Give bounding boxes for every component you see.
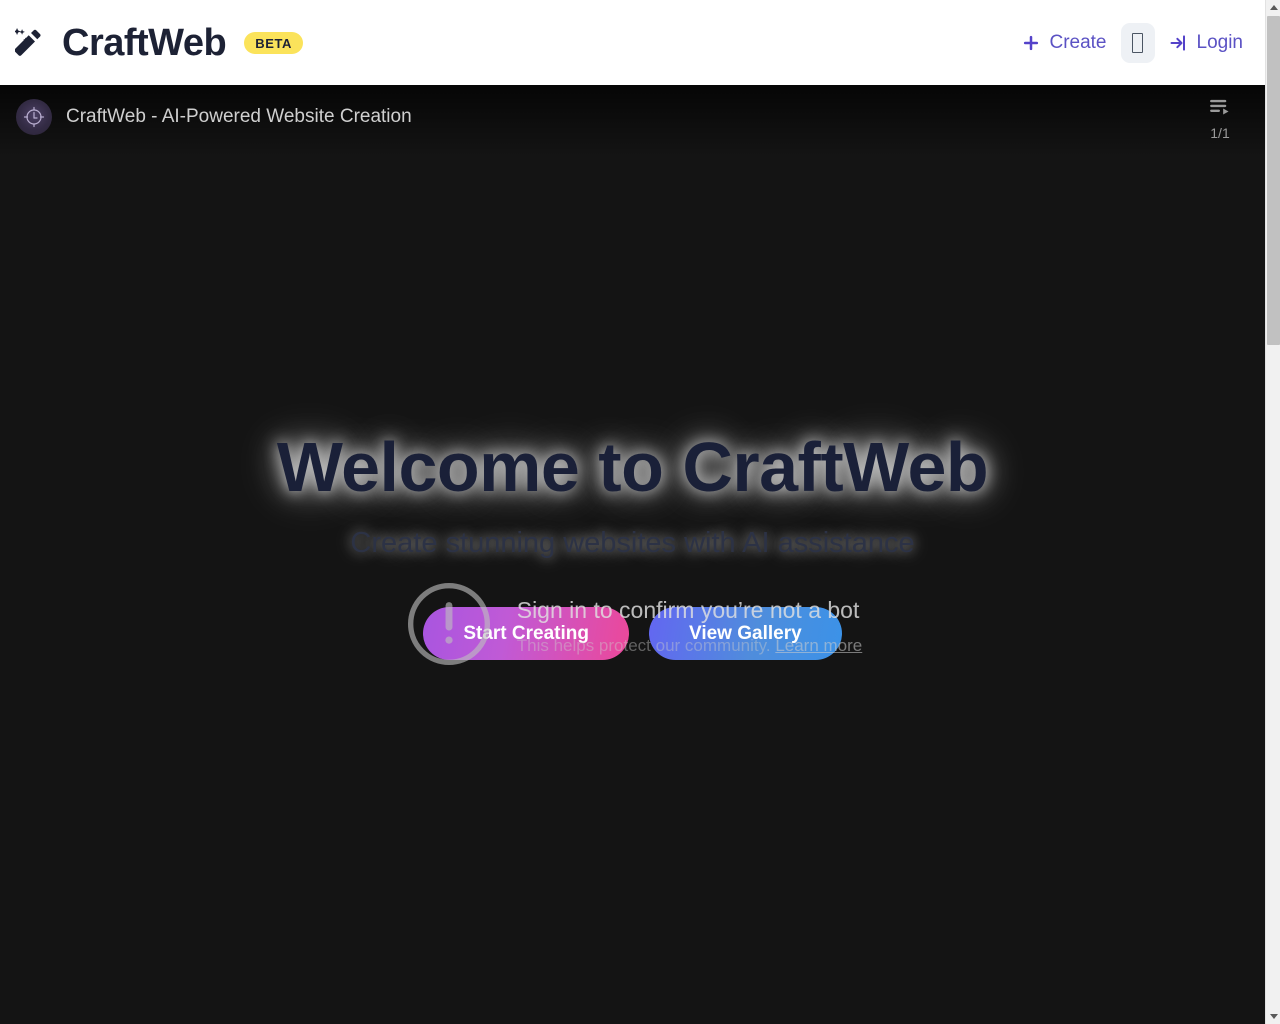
page-title: Welcome to CraftWeb — [276, 427, 989, 506]
beta-badge: BETA — [244, 31, 304, 54]
scroll-up-arrow-icon — [1269, 5, 1278, 10]
bot-check-title: Sign in to confirm you’re not a bot — [516, 597, 860, 623]
vertical-scrollbar[interactable] — [1265, 0, 1280, 1024]
bot-check-overlay: Sign in to confirm you’re not a bot This… — [253, 578, 1013, 675]
plus-icon — [1021, 33, 1041, 53]
playlist-indicator[interactable]: 1/1 — [1209, 99, 1231, 140]
scrollbar-thumb[interactable] — [1267, 16, 1280, 345]
hero-section: Welcome to CraftWeb Create stunning webs… — [0, 85, 1265, 1024]
bot-check-text: Sign in to confirm you’re not a bot This… — [517, 597, 863, 656]
playlist-count-label: 1/1 — [1210, 125, 1230, 141]
magic-wand-icon — [14, 26, 48, 60]
brand-logo[interactable]: CraftWeb BETA — [14, 21, 304, 64]
video-player[interactable]: Welcome to CraftWeb Create stunning webs… — [0, 85, 1265, 1024]
login-button-label: Login — [1196, 31, 1244, 53]
scroll-up-button[interactable] — [1266, 0, 1280, 15]
playlist-icon — [1209, 99, 1231, 122]
learn-more-link[interactable]: Learn more — [775, 636, 862, 655]
brand-name: CraftWeb — [62, 21, 227, 64]
site-header: CraftWeb BETA Create Login — [0, 0, 1265, 85]
create-button-label: Create — [1049, 31, 1107, 53]
hero-subtitle: Create stunning websites with AI assista… — [350, 527, 915, 560]
avatar[interactable] — [16, 99, 52, 135]
scroll-down-button[interactable] — [1266, 1009, 1280, 1024]
login-button[interactable]: Login — [1169, 31, 1244, 54]
player-video-title[interactable]: CraftWeb - AI-Powered Website Creation — [66, 106, 412, 129]
bot-check-subtitle-text: This helps protect our community. — [516, 635, 771, 655]
header-actions: Create Login — [1021, 22, 1244, 63]
page-root: CraftWeb BETA Create Login Welcome to Cr… — [0, 0, 1280, 1024]
alert-circle-icon — [403, 578, 495, 675]
create-button[interactable]: Create — [1021, 31, 1107, 54]
player-top-bar: CraftWeb - AI-Powered Website Creation 1… — [0, 85, 1265, 157]
scroll-down-arrow-icon — [1269, 1014, 1278, 1019]
player-title-group: CraftWeb - AI-Powered Website Creation — [16, 99, 412, 135]
missing-glyph-icon — [1132, 32, 1143, 53]
theme-toggle-button[interactable] — [1120, 22, 1155, 63]
login-arrow-icon — [1169, 33, 1189, 53]
bot-check-subtitle: This helps protect our community. Learn … — [517, 636, 863, 656]
